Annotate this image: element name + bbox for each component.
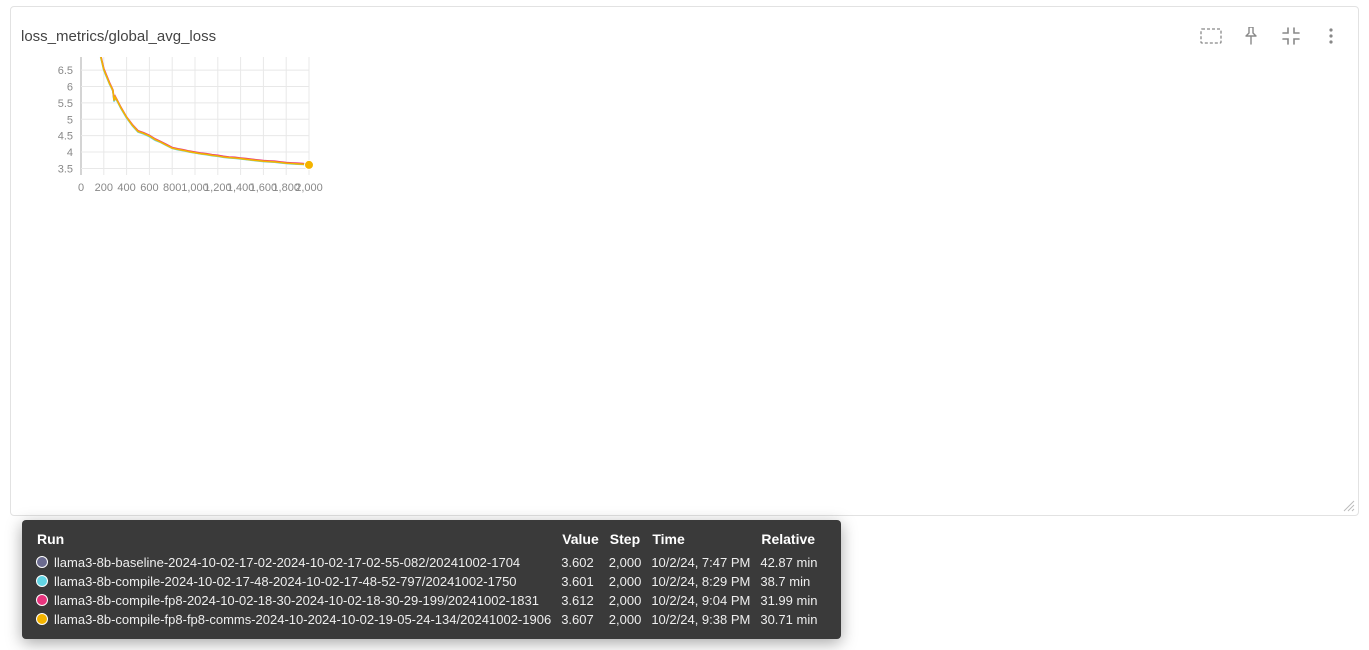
chart-plot[interactable]: 02004006008001,0001,2001,4001,6001,8002,… bbox=[39, 53, 339, 203]
relative-cell: 42.87 min bbox=[760, 553, 827, 572]
svg-text:5: 5 bbox=[67, 114, 73, 126]
x-axis-labels: 02004006008001,0001,2001,4001,6001,8002,… bbox=[78, 182, 323, 194]
step-cell: 2,000 bbox=[609, 572, 652, 591]
tooltip-table: Run Value Step Time Relative llama3-8b-b… bbox=[36, 530, 827, 629]
svg-text:4.5: 4.5 bbox=[58, 131, 73, 143]
svg-text:2,000: 2,000 bbox=[295, 182, 323, 194]
resize-handle-icon[interactable] bbox=[1342, 499, 1356, 513]
col-value: Value bbox=[561, 530, 609, 553]
col-time: Time bbox=[651, 530, 760, 553]
run-swatch bbox=[36, 556, 48, 568]
run-swatch bbox=[36, 575, 48, 587]
run-swatch bbox=[36, 594, 48, 606]
chart-card: loss_metrics/global_avg_loss 0 200 400 600 8… bbox=[10, 6, 1359, 516]
tooltip-body: llama3-8b-baseline-2024-10-02-17-02-2024… bbox=[36, 553, 827, 629]
run-tooltip: Run Value Step Time Relative llama3-8b-b… bbox=[22, 520, 841, 639]
svg-text:4: 4 bbox=[67, 147, 73, 159]
run-cell: llama3-8b-compile-fp8-fp8-comms-2024-10-… bbox=[36, 610, 561, 629]
pin-icon[interactable] bbox=[1234, 19, 1268, 53]
tooltip-row: llama3-8b-compile-2024-10-02-17-48-2024-… bbox=[36, 572, 827, 591]
step-cell: 2,000 bbox=[609, 553, 652, 572]
time-cell: 10/2/24, 9:38 PM bbox=[651, 610, 760, 629]
run-cell: llama3-8b-compile-fp8-2024-10-02-18-30-2… bbox=[36, 591, 561, 610]
run-cell: llama3-8b-compile-2024-10-02-17-48-2024-… bbox=[36, 572, 561, 591]
x-grid bbox=[81, 57, 309, 175]
svg-text:6.5: 6.5 bbox=[58, 65, 73, 77]
col-run: Run bbox=[36, 530, 561, 553]
time-cell: 10/2/24, 7:47 PM bbox=[651, 553, 760, 572]
more-icon[interactable] bbox=[1314, 19, 1348, 53]
svg-text:6: 6 bbox=[67, 82, 73, 94]
svg-text:3.5: 3.5 bbox=[58, 163, 73, 175]
svg-text:0: 0 bbox=[78, 182, 84, 194]
value-cell: 3.607 bbox=[561, 610, 609, 629]
chart-title: loss_metrics/global_avg_loss bbox=[21, 28, 1188, 45]
endpoint-markers bbox=[305, 160, 314, 169]
collapse-icon[interactable] bbox=[1274, 19, 1308, 53]
col-step: Step bbox=[609, 530, 652, 553]
svg-text:400: 400 bbox=[117, 182, 135, 194]
card-header: loss_metrics/global_avg_loss bbox=[21, 25, 1348, 47]
svg-text:600: 600 bbox=[140, 182, 158, 194]
value-cell: 3.601 bbox=[561, 572, 609, 591]
relative-cell: 38.7 min bbox=[760, 572, 827, 591]
time-cell: 10/2/24, 9:04 PM bbox=[651, 591, 760, 610]
col-relative: Relative bbox=[760, 530, 827, 553]
value-cell: 3.612 bbox=[561, 591, 609, 610]
box-select-icon[interactable] bbox=[1194, 19, 1228, 53]
svg-text:200: 200 bbox=[95, 182, 113, 194]
y-axis-labels: 3.5 4 4.5 5 5.5 6 6.5 bbox=[58, 65, 73, 175]
relative-cell: 31.99 min bbox=[760, 591, 827, 610]
run-cell: llama3-8b-baseline-2024-10-02-17-02-2024… bbox=[36, 553, 561, 572]
svg-text:5.5: 5.5 bbox=[58, 98, 73, 110]
relative-cell: 30.71 min bbox=[760, 610, 827, 629]
tooltip-row: llama3-8b-baseline-2024-10-02-17-02-2024… bbox=[36, 553, 827, 572]
tooltip-row: llama3-8b-compile-fp8-2024-10-02-18-30-2… bbox=[36, 591, 827, 610]
run-swatch bbox=[36, 613, 48, 625]
step-cell: 2,000 bbox=[609, 591, 652, 610]
svg-text:800: 800 bbox=[163, 182, 181, 194]
tooltip-row: llama3-8b-compile-fp8-fp8-comms-2024-10-… bbox=[36, 610, 827, 629]
value-cell: 3.602 bbox=[561, 553, 609, 572]
time-cell: 10/2/24, 8:29 PM bbox=[651, 572, 760, 591]
endpoint-marker bbox=[305, 160, 314, 169]
step-cell: 2,000 bbox=[609, 610, 652, 629]
